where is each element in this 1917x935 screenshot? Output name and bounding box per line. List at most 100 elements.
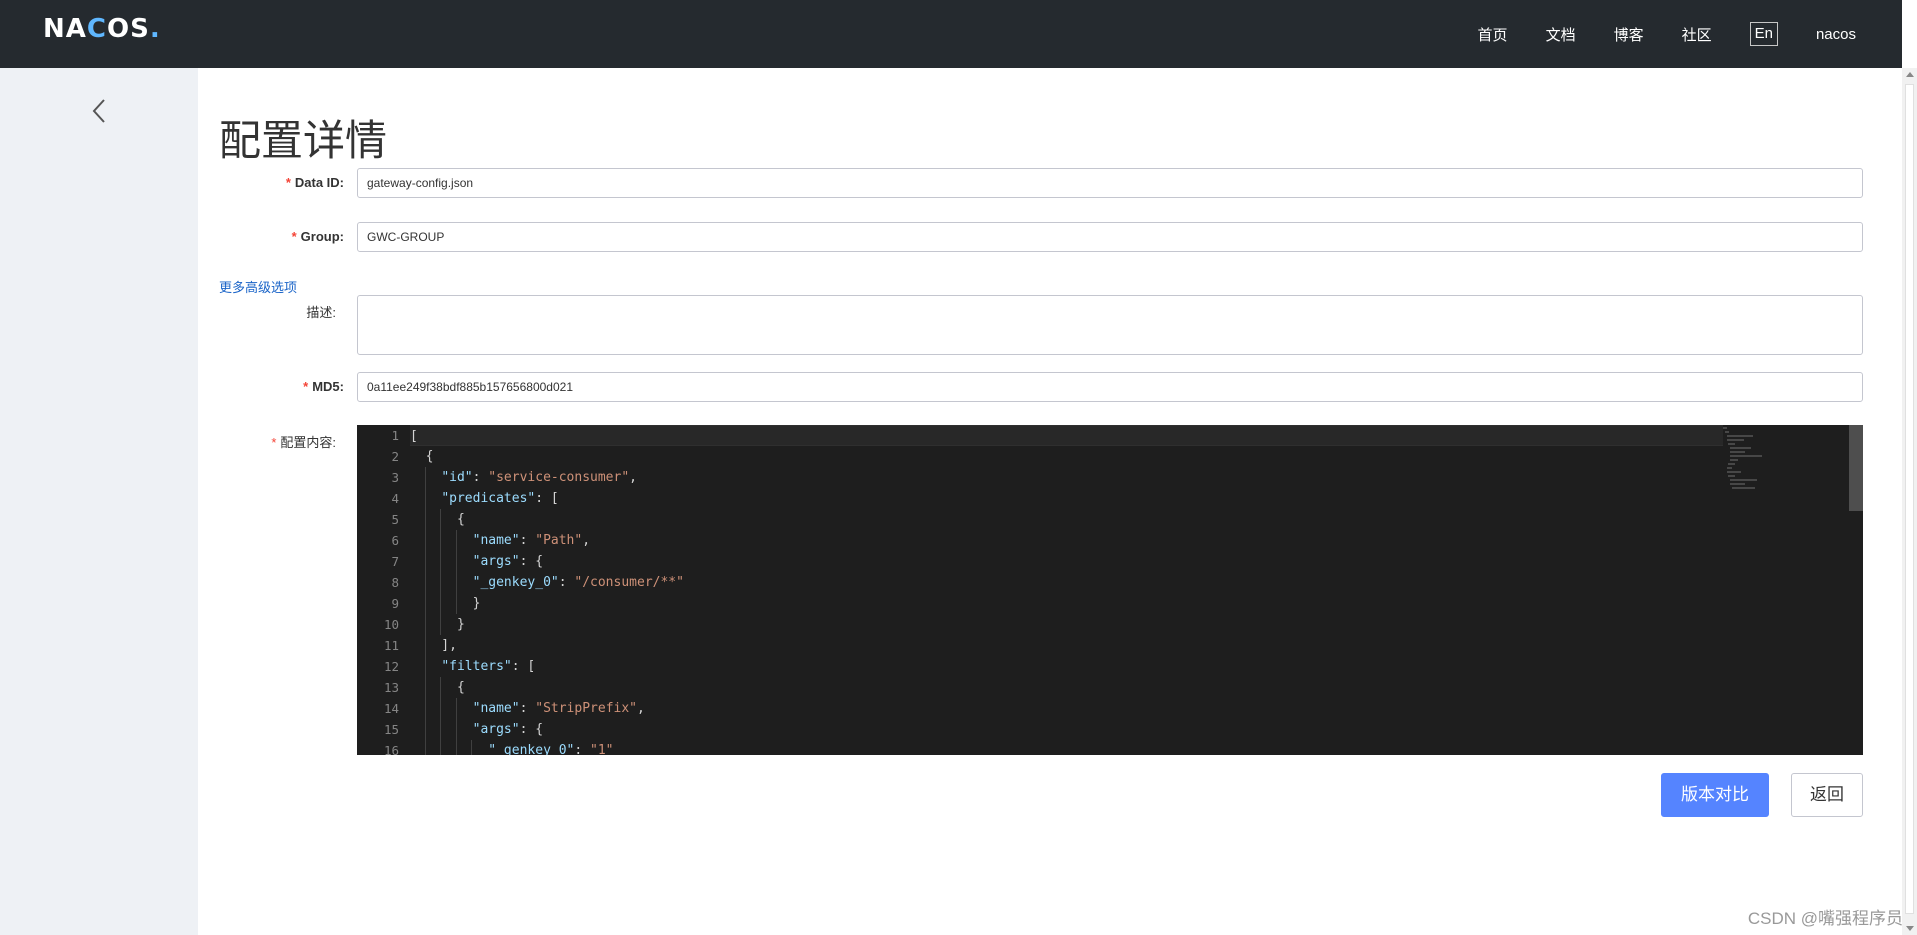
nav-docs[interactable]: 文档 [1546,24,1576,45]
line-number: 10 [383,617,399,632]
code-text: { [410,449,434,464]
required-mark: * [291,229,297,244]
code-line[interactable]: "args": { [410,719,1723,740]
line-number: 5 [391,512,399,527]
line-number: 8 [391,575,399,590]
scroll-down-icon[interactable] [1906,926,1914,931]
editor-gutter: 1 2 3 4 5 6 7 8 9 10 11 12 13 14 15 16 [357,425,399,755]
required-mark: * [285,175,291,190]
minimap-line [1730,459,1739,461]
code-line[interactable]: "args": { [410,551,1723,572]
data-id-field[interactable]: gateway-config.json [357,168,1863,198]
code-text: { [410,512,465,527]
code-line[interactable]: } [410,593,1723,614]
line-number: 3 [391,470,399,485]
code-line[interactable]: "predicates": [ [410,488,1723,509]
more-advanced-options-link[interactable]: 更多高级选项 [219,277,297,296]
code-text: "args": { [472,554,544,569]
minimap-line [1730,479,1758,481]
page-title: 配置详情 [219,116,388,165]
code-text: { [410,680,465,695]
scrollbar-thumb[interactable] [1905,84,1914,914]
code-line[interactable]: [ [410,425,1723,446]
version-compare-button[interactable]: 版本对比 [1661,773,1769,817]
minimap-line [1726,435,1753,437]
line-number: 12 [383,659,399,674]
editor-scrollbar-thumb[interactable] [1849,425,1863,511]
code-line[interactable]: ], [410,635,1723,656]
code-text: "name": "StripPrefix", [472,701,645,716]
sidebar [0,68,198,935]
code-line[interactable]: "name": "Path", [410,530,1723,551]
minimap-line [1728,443,1735,445]
line-number: 16 [383,743,399,755]
code-line[interactable]: { [410,446,1723,467]
editor-code[interactable]: [ { "id": "service-consumer", "predicate… [410,425,1723,755]
line-number: 7 [391,554,399,569]
minimap-line [1730,447,1751,449]
code-line[interactable]: "name": "StripPrefix", [410,698,1723,719]
group-field[interactable]: GWC-GROUP [357,222,1863,252]
description-label: 描述: [306,305,336,320]
code-line[interactable]: "id": "service-consumer", [410,467,1723,488]
line-number: 2 [391,449,399,464]
nav-blog[interactable]: 博客 [1614,24,1644,45]
group-label: * Group: [291,229,344,244]
line-number: 11 [383,638,399,653]
watermark: CSDN @嘴强程序员 [1747,909,1903,928]
code-line[interactable]: } [410,614,1723,635]
top-nav: 首页 文档 博客 社区 En nacos [1440,0,1856,68]
content-label: * 配置内容: [271,435,336,450]
required-mark: * [271,435,277,450]
nacos-logo[interactable]: NACOS. [43,14,161,44]
line-number: 15 [383,722,399,737]
minimap-line [1726,439,1744,441]
line-number: 9 [391,596,399,611]
line-number: 1 [391,428,399,443]
scroll-up-icon[interactable] [1906,72,1914,77]
minimap-line [1724,431,1729,433]
description-field[interactable] [357,295,1863,355]
md5-field[interactable]: 0a11ee249f38bdf885b157656800d021 [357,372,1863,402]
back-button[interactable]: 返回 [1791,773,1863,817]
code-line[interactable]: "filters": [ [410,656,1723,677]
config-content-editor[interactable]: 1 2 3 4 5 6 7 8 9 10 11 12 13 14 15 16 [ { "id": "servi… [357,425,1863,755]
nav-community[interactable]: 社区 [1682,24,1712,45]
page-scrollbar[interactable] [1902,68,1917,935]
required-mark: * [303,379,309,394]
minimap-line [1728,463,1735,465]
chevron-left-icon[interactable] [89,96,111,126]
editor-minimap[interactable] [1723,425,1763,755]
top-navbar: NACOS. 首页 文档 博客 社区 En nacos [0,0,1902,68]
language-toggle[interactable]: En [1749,22,1778,46]
minimap-line [1730,483,1746,485]
code-text: "filters": [ [441,659,536,674]
minimap-line [1730,451,1746,453]
code-text: } [410,617,465,632]
minimap-line [1726,471,1741,473]
line-number: 6 [391,533,399,548]
code-text: "_genkey_0": "/consumer/**" [472,575,684,590]
minimap-line [1730,455,1762,457]
minimap-line [1728,475,1735,477]
code-text: "args": { [472,722,544,737]
code-text: "predicates": [ [441,491,559,506]
minimap-line [1726,467,1732,469]
code-text: "name": "Path", [472,533,591,548]
md5-label: * MD5: [303,379,344,394]
line-number: 14 [383,701,399,716]
nav-home[interactable]: 首页 [1478,24,1508,45]
code-line[interactable]: { [410,677,1723,698]
code-line[interactable]: "_genkey_0": "1" [410,740,1723,755]
line-number: 4 [391,491,399,506]
code-line[interactable]: "_genkey_0": "/consumer/**" [410,572,1723,593]
minimap-line [1723,427,1727,429]
code-text: ], [410,638,457,653]
code-text: } [410,596,481,611]
line-number: 13 [383,680,399,695]
data-id-label: * Data ID: [285,175,344,190]
code-text: "id": "service-consumer", [441,470,637,485]
code-line[interactable]: { [410,509,1723,530]
code-text: [ [410,429,418,444]
user-menu[interactable]: nacos [1816,26,1856,43]
